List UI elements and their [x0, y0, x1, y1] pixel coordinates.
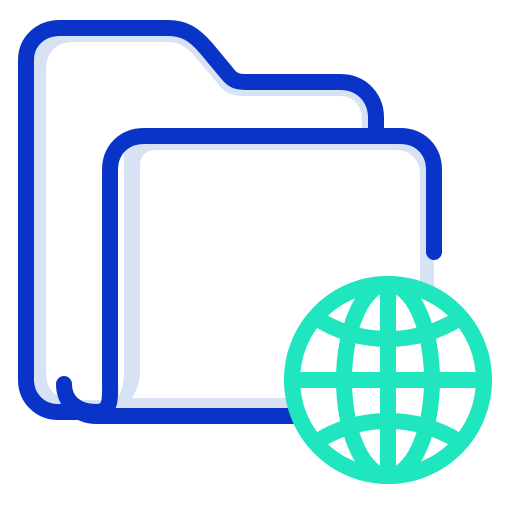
icon-canvas [0, 0, 512, 512]
network-folder-icon [18, 20, 492, 484]
globe-icon [284, 276, 492, 484]
